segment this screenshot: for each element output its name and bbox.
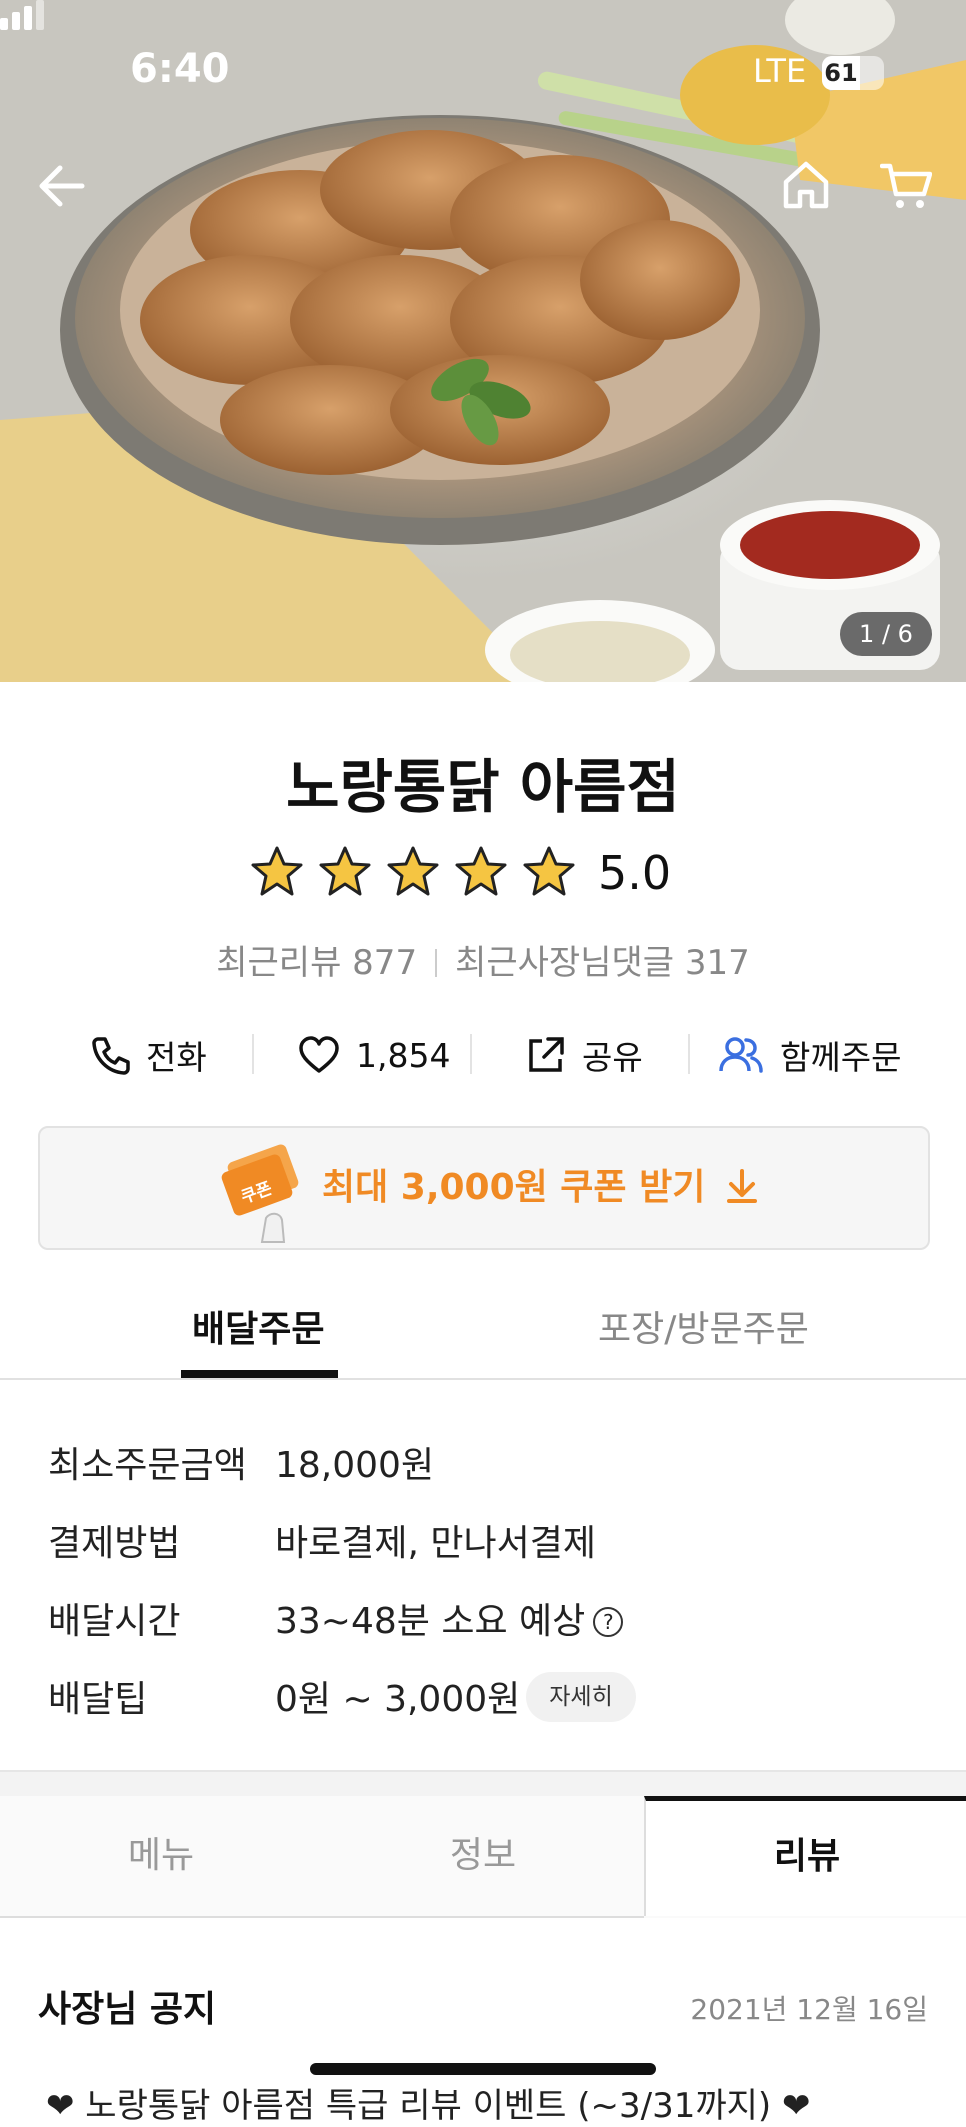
delivery-time-value: 33~48분 소요 예상?	[275, 1592, 624, 1644]
signal-icon	[0, 0, 44, 30]
tab-info[interactable]: 정보	[322, 1796, 644, 1916]
active-tab-indicator	[181, 1370, 338, 1378]
help-icon[interactable]: ?	[593, 1607, 624, 1637]
like-button[interactable]: 1,854	[298, 1020, 450, 1090]
home-indicator	[310, 2063, 656, 2075]
status-bar: 6:40 LTE 61	[0, 0, 966, 140]
min-order-label: 최소주문금액	[48, 1445, 247, 1486]
download-arrow-icon	[726, 1169, 757, 1203]
delivery-tip-value: 0원 ~ 3,000원	[275, 1679, 521, 1720]
star-icon	[523, 846, 575, 896]
home-icon[interactable]	[782, 160, 830, 210]
divider	[688, 1034, 690, 1074]
share-button[interactable]: 공유	[526, 1020, 643, 1090]
tab-reviews[interactable]: 리뷰	[644, 1796, 966, 1916]
heart-icon	[299, 1036, 339, 1073]
group-users-icon	[719, 1037, 763, 1073]
min-order-value: 18,000원	[275, 1445, 435, 1486]
image-counter: 1 / 6	[840, 612, 932, 656]
tab-menu[interactable]: 메뉴	[0, 1796, 322, 1916]
review-stats: 최근리뷰 877 최근사장님댓글 317	[0, 935, 966, 984]
coupon-ticket-icon: 쿠폰	[221, 1144, 299, 1243]
battery-level: 61	[822, 56, 860, 90]
star-icon	[387, 846, 439, 896]
coupon-label: 최대 3,000원 쿠폰 받기	[322, 1158, 758, 1210]
battery-icon: 61	[822, 56, 884, 90]
store-hero-image[interactable]: 6:40 LTE 61 1 / 6	[0, 0, 966, 682]
delivery-time-label: 배달시간	[48, 1601, 181, 1642]
tab-pickup-order[interactable]: 포장/방문주문	[598, 1300, 809, 1352]
recent-reviews-link[interactable]: 최근리뷰 877	[216, 943, 417, 983]
divider	[252, 1034, 254, 1074]
section-tabs: 메뉴 정보 리뷰	[0, 1796, 966, 1918]
section-separator	[0, 1770, 966, 1798]
tab-divider	[0, 1916, 644, 1918]
delivery-tip-label: 배달팁	[48, 1679, 148, 1720]
star-icon	[251, 846, 303, 896]
like-count: 1,854	[356, 1035, 451, 1075]
back-arrow-icon[interactable]	[38, 164, 88, 208]
status-time: 6:40	[130, 46, 230, 92]
star-icon	[319, 846, 371, 896]
share-icon	[529, 1037, 564, 1072]
group-order-label: 함께주문	[780, 1038, 902, 1077]
payment-method-label: 결제방법	[48, 1523, 181, 1564]
coupon-text: 최대 3,000원 쿠폰 받기	[322, 1167, 706, 1208]
share-label: 공유	[582, 1038, 643, 1077]
tab-divider	[0, 1378, 966, 1380]
delivery-time-text: 33~48분 소요 예상	[275, 1601, 586, 1642]
network-label: LTE	[753, 52, 807, 90]
delivery-tip-detail-button[interactable]: 자세히	[526, 1672, 636, 1722]
group-order-button[interactable]: 함께주문	[718, 1020, 901, 1090]
owner-notice-title: 사장님 공지	[38, 1989, 217, 2030]
divider	[435, 949, 438, 977]
owner-notice-preview[interactable]: ❤ 노랑통닭 아름점 특급 리뷰 이벤트 (~3/31까지) ❤	[46, 2078, 810, 2127]
divider	[470, 1034, 472, 1074]
tab-delivery-order[interactable]: 배달주문	[192, 1300, 324, 1352]
owner-notice-date: 2021년 12월 16일	[690, 1993, 928, 2026]
phone-icon	[92, 1037, 130, 1075]
owner-replies-link[interactable]: 최근사장님댓글 317	[455, 943, 750, 983]
coupon-banner[interactable]: 쿠폰 최대 3,000원 쿠폰 받기	[38, 1126, 930, 1250]
cart-icon[interactable]	[880, 160, 932, 210]
call-button[interactable]: 전화	[90, 1020, 207, 1090]
store-name: 노랑통닭 아름점	[286, 753, 680, 821]
star-icon	[455, 846, 507, 896]
rating-score: 5.0	[598, 846, 672, 900]
call-label: 전화	[146, 1038, 207, 1077]
payment-method-value: 바로결제, 만나서결제	[275, 1523, 596, 1564]
